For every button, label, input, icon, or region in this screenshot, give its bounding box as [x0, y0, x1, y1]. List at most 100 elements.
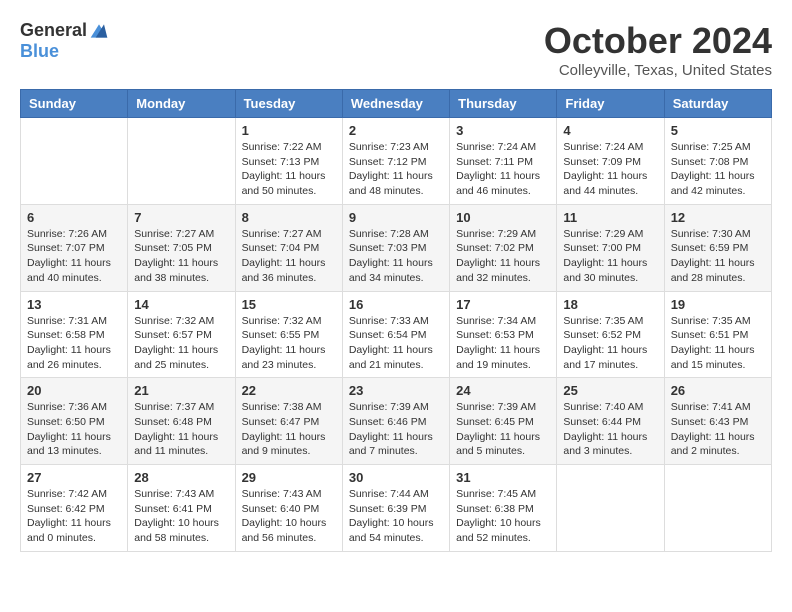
- day-info: Sunrise: 7:29 AM Sunset: 7:00 PM Dayligh…: [563, 227, 657, 286]
- calendar-cell: 8 Sunrise: 7:27 AM Sunset: 7:04 PM Daylig…: [235, 204, 342, 291]
- day-number: 23: [349, 383, 443, 398]
- day-info: Sunrise: 7:42 AM Sunset: 6:42 PM Dayligh…: [27, 487, 121, 546]
- day-info: Sunrise: 7:30 AM Sunset: 6:59 PM Dayligh…: [671, 227, 765, 286]
- calendar-cell: 2 Sunrise: 7:23 AM Sunset: 7:12 PM Daylig…: [342, 118, 449, 205]
- day-number: 28: [134, 470, 228, 485]
- calendar-cell: 21 Sunrise: 7:37 AM Sunset: 6:48 PM Dayli…: [128, 378, 235, 465]
- calendar-cell: 11 Sunrise: 7:29 AM Sunset: 7:00 PM Dayli…: [557, 204, 664, 291]
- calendar-cell: 13 Sunrise: 7:31 AM Sunset: 6:58 PM Dayli…: [21, 291, 128, 378]
- weekday-header: Tuesday: [235, 90, 342, 118]
- calendar-cell: 16 Sunrise: 7:33 AM Sunset: 6:54 PM Dayli…: [342, 291, 449, 378]
- weekday-header-row: SundayMondayTuesdayWednesdayThursdayFrid…: [21, 90, 772, 118]
- calendar-cell: [557, 465, 664, 552]
- calendar-cell: 20 Sunrise: 7:36 AM Sunset: 6:50 PM Dayli…: [21, 378, 128, 465]
- day-info: Sunrise: 7:22 AM Sunset: 7:13 PM Dayligh…: [242, 140, 336, 199]
- day-number: 2: [349, 123, 443, 138]
- day-info: Sunrise: 7:27 AM Sunset: 7:05 PM Dayligh…: [134, 227, 228, 286]
- day-number: 19: [671, 297, 765, 312]
- day-info: Sunrise: 7:43 AM Sunset: 6:41 PM Dayligh…: [134, 487, 228, 546]
- calendar-cell: 24Sunrise: 7:39 AM Sunset: 6:45 PM Dayli…: [450, 378, 557, 465]
- calendar-cell: 10 Sunrise: 7:29 AM Sunset: 7:02 PM Dayli…: [450, 204, 557, 291]
- weekday-header: Thursday: [450, 90, 557, 118]
- weekday-header: Sunday: [21, 90, 128, 118]
- calendar-cell: 9 Sunrise: 7:28 AM Sunset: 7:03 PM Daylig…: [342, 204, 449, 291]
- day-number: 21: [134, 383, 228, 398]
- day-number: 12: [671, 210, 765, 225]
- calendar-week-row: 13 Sunrise: 7:31 AM Sunset: 6:58 PM Dayli…: [21, 291, 772, 378]
- calendar-cell: 3 Sunrise: 7:24 AM Sunset: 7:11 PM Daylig…: [450, 118, 557, 205]
- calendar-cell: [128, 118, 235, 205]
- calendar-week-row: 1 Sunrise: 7:22 AM Sunset: 7:13 PM Daylig…: [21, 118, 772, 205]
- calendar-cell: 14Sunrise: 7:32 AM Sunset: 6:57 PM Dayli…: [128, 291, 235, 378]
- calendar-cell: 5 Sunrise: 7:25 AM Sunset: 7:08 PM Daylig…: [664, 118, 771, 205]
- calendar-cell: 23Sunrise: 7:39 AM Sunset: 6:46 PM Dayli…: [342, 378, 449, 465]
- day-info: Sunrise: 7:35 AM Sunset: 6:51 PM Dayligh…: [671, 314, 765, 373]
- day-info: Sunrise: 7:43 AM Sunset: 6:40 PM Dayligh…: [242, 487, 336, 546]
- title-area: October 2024 Colleyville, Texas, United …: [544, 20, 772, 79]
- weekday-header: Saturday: [664, 90, 771, 118]
- weekday-header: Friday: [557, 90, 664, 118]
- calendar-cell: 28 Sunrise: 7:43 AM Sunset: 6:41 PM Dayli…: [128, 465, 235, 552]
- day-info: Sunrise: 7:24 AM Sunset: 7:11 PM Dayligh…: [456, 140, 550, 199]
- day-info: Sunrise: 7:33 AM Sunset: 6:54 PM Dayligh…: [349, 314, 443, 373]
- logo-blue-text: Blue: [20, 41, 59, 62]
- calendar-week-row: 6 Sunrise: 7:26 AM Sunset: 7:07 PM Daylig…: [21, 204, 772, 291]
- day-info: Sunrise: 7:24 AM Sunset: 7:09 PM Dayligh…: [563, 140, 657, 199]
- day-number: 13: [27, 297, 121, 312]
- calendar-week-row: 27 Sunrise: 7:42 AM Sunset: 6:42 PM Dayli…: [21, 465, 772, 552]
- day-number: 27: [27, 470, 121, 485]
- day-number: 5: [671, 123, 765, 138]
- calendar-cell: 22 Sunrise: 7:38 AM Sunset: 6:47 PM Dayli…: [235, 378, 342, 465]
- calendar-cell: [21, 118, 128, 205]
- calendar-cell: 15 Sunrise: 7:32 AM Sunset: 6:55 PM Dayli…: [235, 291, 342, 378]
- calendar-week-row: 20 Sunrise: 7:36 AM Sunset: 6:50 PM Dayli…: [21, 378, 772, 465]
- day-info: Sunrise: 7:25 AM Sunset: 7:08 PM Dayligh…: [671, 140, 765, 199]
- day-info: Sunrise: 7:29 AM Sunset: 7:02 PM Dayligh…: [456, 227, 550, 286]
- day-info: Sunrise: 7:34 AM Sunset: 6:53 PM Dayligh…: [456, 314, 550, 373]
- calendar-cell: 18 Sunrise: 7:35 AM Sunset: 6:52 PM Dayli…: [557, 291, 664, 378]
- day-number: 26: [671, 383, 765, 398]
- day-number: 7: [134, 210, 228, 225]
- day-info: Sunrise: 7:36 AM Sunset: 6:50 PM Dayligh…: [27, 400, 121, 459]
- day-number: 22: [242, 383, 336, 398]
- day-info: Sunrise: 7:27 AM Sunset: 7:04 PM Dayligh…: [242, 227, 336, 286]
- day-number: 15: [242, 297, 336, 312]
- calendar-cell: 7 Sunrise: 7:27 AM Sunset: 7:05 PM Daylig…: [128, 204, 235, 291]
- day-number: 1: [242, 123, 336, 138]
- day-info: Sunrise: 7:39 AM Sunset: 6:45 PM Dayligh…: [456, 400, 550, 459]
- day-number: 11: [563, 210, 657, 225]
- day-info: Sunrise: 7:32 AM Sunset: 6:55 PM Dayligh…: [242, 314, 336, 373]
- calendar-cell: 26 Sunrise: 7:41 AM Sunset: 6:43 PM Dayli…: [664, 378, 771, 465]
- day-number: 18: [563, 297, 657, 312]
- calendar-table: SundayMondayTuesdayWednesdayThursdayFrid…: [20, 89, 772, 552]
- calendar-cell: 29 Sunrise: 7:43 AM Sunset: 6:40 PM Dayli…: [235, 465, 342, 552]
- day-info: Sunrise: 7:31 AM Sunset: 6:58 PM Dayligh…: [27, 314, 121, 373]
- month-title: October 2024: [544, 20, 772, 62]
- day-number: 20: [27, 383, 121, 398]
- calendar-cell: 12 Sunrise: 7:30 AM Sunset: 6:59 PM Dayli…: [664, 204, 771, 291]
- weekday-header: Wednesday: [342, 90, 449, 118]
- calendar-cell: 19 Sunrise: 7:35 AM Sunset: 6:51 PM Dayli…: [664, 291, 771, 378]
- day-info: Sunrise: 7:26 AM Sunset: 7:07 PM Dayligh…: [27, 227, 121, 286]
- day-info: Sunrise: 7:35 AM Sunset: 6:52 PM Dayligh…: [563, 314, 657, 373]
- day-number: 10: [456, 210, 550, 225]
- day-info: Sunrise: 7:41 AM Sunset: 6:43 PM Dayligh…: [671, 400, 765, 459]
- day-number: 3: [456, 123, 550, 138]
- calendar-cell: 4 Sunrise: 7:24 AM Sunset: 7:09 PM Daylig…: [557, 118, 664, 205]
- day-info: Sunrise: 7:23 AM Sunset: 7:12 PM Dayligh…: [349, 140, 443, 199]
- day-info: Sunrise: 7:37 AM Sunset: 6:48 PM Dayligh…: [134, 400, 228, 459]
- day-number: 16: [349, 297, 443, 312]
- day-number: 4: [563, 123, 657, 138]
- day-info: Sunrise: 7:45 AM Sunset: 6:38 PM Dayligh…: [456, 487, 550, 546]
- day-number: 8: [242, 210, 336, 225]
- day-number: 29: [242, 470, 336, 485]
- day-number: 6: [27, 210, 121, 225]
- day-info: Sunrise: 7:38 AM Sunset: 6:47 PM Dayligh…: [242, 400, 336, 459]
- day-number: 9: [349, 210, 443, 225]
- calendar-cell: 1 Sunrise: 7:22 AM Sunset: 7:13 PM Daylig…: [235, 118, 342, 205]
- calendar-cell: 30Sunrise: 7:44 AM Sunset: 6:39 PM Dayli…: [342, 465, 449, 552]
- day-info: Sunrise: 7:28 AM Sunset: 7:03 PM Dayligh…: [349, 227, 443, 286]
- calendar-cell: 6 Sunrise: 7:26 AM Sunset: 7:07 PM Daylig…: [21, 204, 128, 291]
- day-info: Sunrise: 7:40 AM Sunset: 6:44 PM Dayligh…: [563, 400, 657, 459]
- logo-icon: [89, 21, 109, 41]
